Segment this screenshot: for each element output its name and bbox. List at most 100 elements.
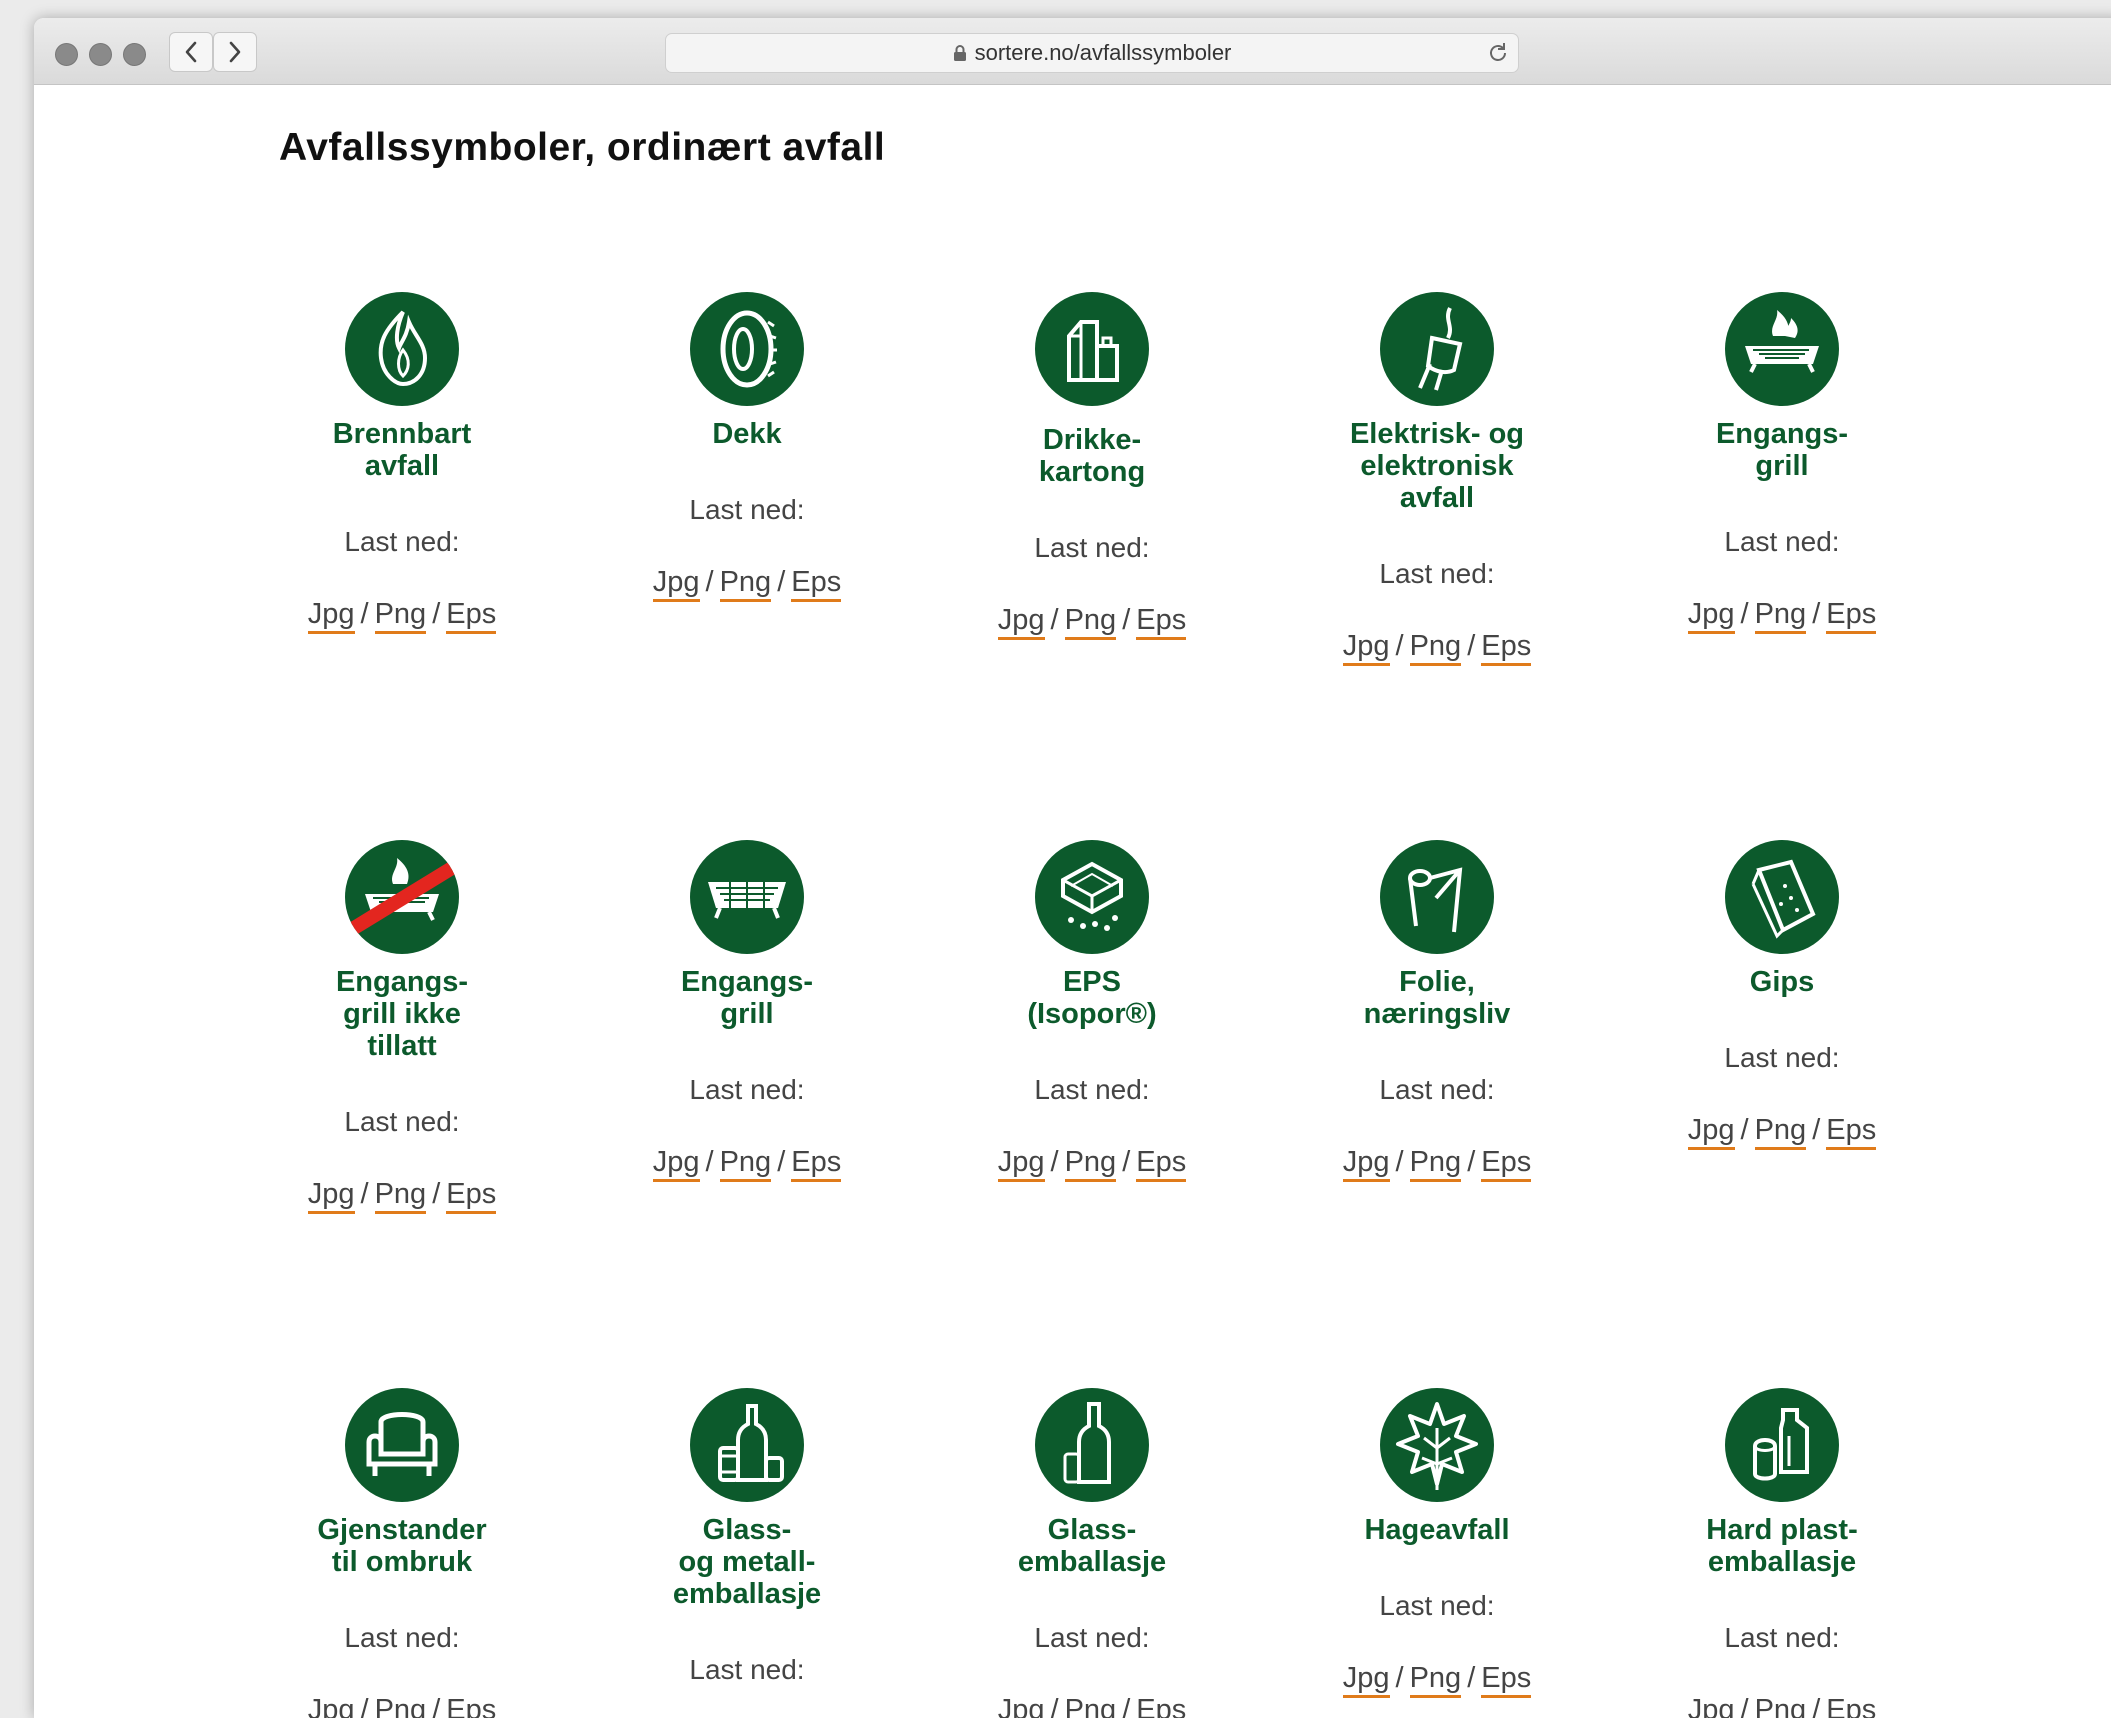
eps-download-link[interactable]: Eps — [1481, 1146, 1532, 1182]
png-download-link[interactable]: Png — [1754, 598, 1807, 634]
symbol-tile: Gjenstander til ombruk Last ned: Jpg / Png / E… — [252, 1388, 552, 1718]
jpg-download-link[interactable]: Jpg — [1342, 630, 1390, 666]
link-separator: / — [360, 1178, 369, 1210]
symbol-tile: Dekk Last ned: Jpg / Png / Eps — [597, 292, 897, 602]
jpg-download-link[interactable]: Jpg — [1342, 1662, 1390, 1698]
link-separator: / — [1122, 1146, 1131, 1178]
eps-download-link[interactable]: Eps — [1481, 630, 1532, 666]
download-label: Last ned: — [1034, 1074, 1150, 1105]
eps-download-link[interactable]: Eps — [791, 566, 842, 602]
download-links: Jpg / Png / Eps — [307, 598, 497, 634]
reload-icon[interactable] — [1486, 41, 1510, 70]
eps-download-link[interactable]: Eps — [1136, 604, 1187, 640]
download-links: Jpg / Png / Eps — [997, 1146, 1187, 1182]
jpg-download-link[interactable]: Jpg — [652, 566, 700, 602]
symbol-name: Dekk — [712, 418, 782, 450]
lock-icon — [953, 44, 967, 62]
link-separator: / — [1395, 1662, 1404, 1694]
download-links: Jpg / Png / Eps — [997, 1694, 1187, 1718]
symbol-name: Elektrisk- og elektronisk avfall — [1349, 418, 1525, 514]
png-download-link[interactable]: Png — [374, 598, 427, 634]
hard-plastic-packaging-icon — [1725, 1388, 1839, 1502]
png-download-link[interactable]: Png — [1409, 630, 1462, 666]
jpg-download-link[interactable]: Jpg — [997, 1694, 1045, 1718]
link-separator: / — [705, 1146, 714, 1178]
jpg-download-link[interactable]: Jpg — [307, 1694, 355, 1718]
download-links: Jpg / Png / Eps — [307, 1178, 497, 1214]
symbol-name: Gjenstander til ombruk — [317, 1514, 487, 1578]
jpg-download-link[interactable]: Jpg — [997, 604, 1045, 640]
jpg-download-link[interactable]: Jpg — [1342, 1146, 1390, 1182]
eps-download-link[interactable]: Eps — [1826, 1694, 1877, 1718]
address-bar[interactable]: sortere.no/avfallssymboler — [665, 33, 1519, 73]
symbol-name: EPS (Isopor®) — [1027, 966, 1157, 1030]
jpg-download-link[interactable]: Jpg — [1687, 1114, 1735, 1150]
png-download-link[interactable]: Png — [1409, 1662, 1462, 1698]
png-download-link[interactable]: Png — [1064, 1694, 1117, 1718]
link-separator: / — [1467, 1662, 1476, 1694]
symbol-tile: Engangs- grill Last ned: Jpg / Png / Eps — [1632, 292, 1932, 634]
close-window-button[interactable] — [55, 43, 78, 66]
zoom-window-button[interactable] — [123, 43, 146, 66]
png-download-link[interactable]: Png — [1064, 1146, 1117, 1182]
download-label: Last ned: — [344, 1106, 460, 1137]
eps-download-link[interactable]: Eps — [791, 1146, 842, 1182]
link-separator: / — [1467, 630, 1476, 662]
link-separator: / — [1050, 604, 1059, 636]
link-separator: / — [777, 566, 786, 598]
png-download-link[interactable]: Png — [374, 1694, 427, 1718]
jpg-download-link[interactable]: Jpg — [1687, 598, 1735, 634]
link-separator: / — [777, 1146, 786, 1178]
jpg-download-link[interactable]: Jpg — [997, 1146, 1045, 1182]
symbol-name: Folie, næringsliv — [1363, 966, 1511, 1030]
link-separator: / — [705, 566, 714, 598]
jpg-download-link[interactable]: Jpg — [307, 1178, 355, 1214]
beverage-carton-icon — [1035, 292, 1149, 406]
symbol-tile: Drikke- kartong Last ned: Jpg / Png / Eps — [942, 292, 1242, 640]
back-button[interactable] — [169, 32, 213, 72]
download-links: Jpg / Png / Eps — [1342, 1146, 1532, 1182]
eps-download-link[interactable]: Eps — [446, 1178, 497, 1214]
minimize-window-button[interactable] — [89, 43, 112, 66]
eps-download-link[interactable]: Eps — [446, 598, 497, 634]
download-label: Last ned: — [1379, 1590, 1495, 1621]
grill-not-allowed-icon — [345, 840, 459, 954]
download-label: Last ned: — [689, 494, 805, 525]
png-download-link[interactable]: Png — [1409, 1146, 1462, 1182]
symbol-name: Gips — [1749, 966, 1815, 998]
eps-download-link[interactable]: Eps — [1826, 1114, 1877, 1150]
symbol-tile: Hageavfall Last ned: Jpg / Png / Eps — [1287, 1388, 1587, 1698]
png-download-link[interactable]: Png — [374, 1178, 427, 1214]
symbol-tile: Glass- og metall- emballasjeLast ned:Jpg… — [597, 1388, 897, 1718]
symbol-name: Hard plast- emballasje — [1706, 1514, 1858, 1578]
eps-download-link[interactable]: Eps — [1136, 1146, 1187, 1182]
link-separator: / — [1740, 1694, 1749, 1718]
png-download-link[interactable]: Png — [1754, 1694, 1807, 1718]
url-text: sortere.no/avfallssymboler — [974, 40, 1232, 65]
eps-download-link[interactable]: Eps — [1481, 1662, 1532, 1698]
png-download-link[interactable]: Png — [1064, 604, 1117, 640]
flame-icon — [345, 292, 459, 406]
symbol-name: Hageavfall — [1364, 1514, 1510, 1546]
eps-download-link[interactable]: Eps — [446, 1694, 497, 1718]
png-download-link[interactable]: Png — [719, 566, 772, 602]
symbol-tile: Engangs- grill Last ned: Jpg / Png / Eps — [597, 840, 897, 1182]
browser-toolbar: sortere.no/avfallssymboler — [34, 18, 2111, 85]
eps-download-link[interactable]: Eps — [1136, 1694, 1187, 1718]
glass-bottle-icon — [1035, 1388, 1149, 1502]
download-label: Last ned: — [1724, 526, 1840, 557]
link-separator: / — [432, 1694, 441, 1718]
png-download-link[interactable]: Png — [1754, 1114, 1807, 1150]
symbol-tile: EPS (Isopor®) Last ned: Jpg / Png / Eps — [942, 840, 1242, 1182]
png-download-link[interactable]: Png — [719, 1146, 772, 1182]
jpg-download-link[interactable]: Jpg — [307, 598, 355, 634]
forward-button[interactable] — [213, 32, 257, 72]
jpg-download-link[interactable]: Jpg — [1687, 1694, 1735, 1718]
tire-icon — [690, 292, 804, 406]
link-separator: / — [1395, 630, 1404, 662]
plastic-film-icon — [1380, 840, 1494, 954]
jpg-download-link[interactable]: Jpg — [652, 1146, 700, 1182]
download-label: Last ned: — [1724, 1042, 1840, 1073]
glass-metal-packaging-icon — [690, 1388, 804, 1502]
eps-download-link[interactable]: Eps — [1826, 598, 1877, 634]
